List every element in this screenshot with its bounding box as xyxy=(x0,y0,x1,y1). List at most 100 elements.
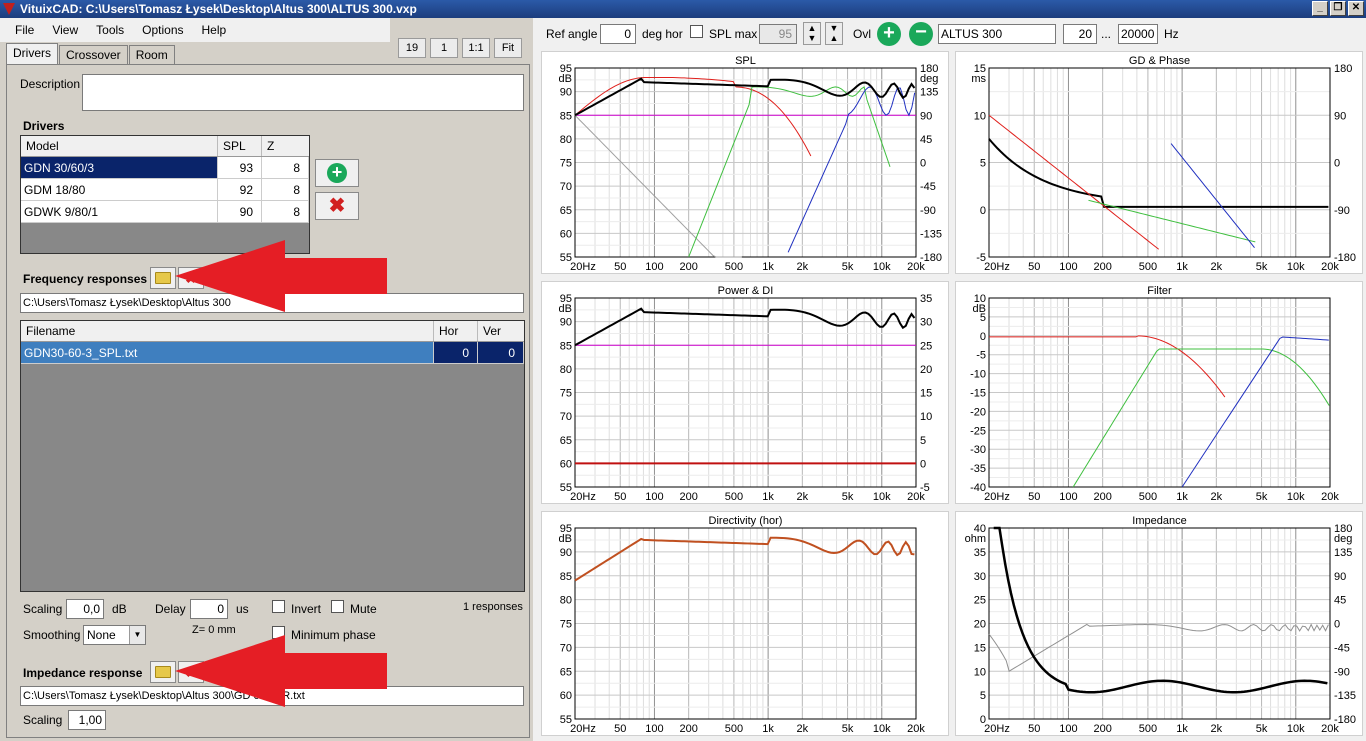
x-tick-label: 500 xyxy=(1139,491,1157,503)
tweeter-curve xyxy=(787,86,916,253)
project-name-input[interactable]: ALTUS 300 xyxy=(938,24,1056,44)
y2-tick-label: -90 xyxy=(920,205,936,217)
menu-help[interactable]: Help xyxy=(193,23,236,37)
zoom-1-1-button[interactable]: 1:1 xyxy=(462,38,490,58)
chart-title: Directivity (hor) xyxy=(709,515,783,527)
smoothing-select[interactable]: None ▼ xyxy=(83,625,146,645)
app-icon xyxy=(3,3,15,15)
directivity-chart[interactable]: Directivity (hor) 95 90 85 80 75 70 65 60 55 dB 20H… xyxy=(541,511,949,736)
y-tick-label: 90 xyxy=(560,547,572,559)
y-tick-label: 0 xyxy=(980,331,986,343)
spl-max-input[interactable]: 95 xyxy=(759,24,797,44)
ref-angle-input[interactable]: 0 xyxy=(600,24,636,44)
open-impedance-button[interactable] xyxy=(150,661,176,683)
y-tick-label: 25 xyxy=(974,595,986,607)
y-tick-label: 85 xyxy=(560,571,572,583)
spl-max-checkbox[interactable] xyxy=(690,25,703,38)
power-di-chart[interactable]: Power & DI 95 90 85 80 75 70 65 60 55 35 30 25 20 15 10… xyxy=(541,281,949,504)
menu-file[interactable]: File xyxy=(6,23,43,37)
y-tick-label: -35 xyxy=(970,463,986,475)
x-tick-label: 200 xyxy=(679,261,697,273)
drivers-table: Model SPL Z GDN 30/60/3 93 8 GDM 18/80 9… xyxy=(20,135,310,254)
x-tick-label: 5k xyxy=(1256,261,1268,273)
y2-tick-label: 135 xyxy=(1334,547,1352,559)
x-tick-label: 20k xyxy=(907,491,925,503)
y2-tick-label: 135 xyxy=(920,87,938,99)
chevron-down-icon: ▼ xyxy=(129,626,145,644)
fit-button[interactable]: Fit xyxy=(494,38,522,58)
woofer-gd-curve xyxy=(988,114,1160,250)
invert-checkbox[interactable] xyxy=(272,600,285,613)
impedance-response-title: Impedance response xyxy=(23,666,143,680)
x-tick-label: 5k xyxy=(842,491,854,503)
delay-input[interactable]: 0 xyxy=(190,599,228,619)
tab-drivers[interactable]: Drivers xyxy=(6,43,58,65)
table-row[interactable]: GDM 18/80 92 8 xyxy=(21,179,309,201)
x-tick-label: 20Hz xyxy=(570,491,596,503)
y2-tick-label: 180 xyxy=(1334,63,1352,75)
add-driver-button[interactable]: + xyxy=(315,159,359,187)
y-tick-label: 35 xyxy=(974,547,986,559)
x-tick-label: 10k xyxy=(873,723,891,735)
y2-tick-label: -135 xyxy=(1334,690,1356,702)
menu-tools[interactable]: Tools xyxy=(87,23,133,37)
y-tick-label: 85 xyxy=(560,110,572,122)
minimize-button[interactable]: _ xyxy=(1312,1,1328,16)
count-button-19[interactable]: 19 xyxy=(398,38,426,58)
smoothing-label: Smoothing xyxy=(23,628,81,642)
fmax-input[interactable]: 20000 xyxy=(1118,24,1158,44)
col-z[interactable]: Z xyxy=(262,136,309,156)
filter-chart[interactable]: Filter 10 5 0 -5 -10 -15 -20 -25 -30 -35 -40 dB 20Hz 5… xyxy=(955,281,1363,504)
remove-driver-button[interactable]: ✖ xyxy=(315,192,359,220)
x-tick-label: 50 xyxy=(1028,723,1040,735)
col-hor[interactable]: Hor xyxy=(434,321,478,341)
x-tick-label: 2k xyxy=(1211,261,1223,273)
count-button-1[interactable]: 1 xyxy=(430,38,458,58)
tab-crossover[interactable]: Crossover xyxy=(59,45,128,65)
y-tick-label: 20 xyxy=(974,619,986,631)
col-filename[interactable]: Filename xyxy=(21,321,434,341)
menu-view[interactable]: View xyxy=(43,23,87,37)
x-tick-label: 2k xyxy=(1211,723,1223,735)
spin-up-down-icon[interactable]: ▲ ▼ xyxy=(803,22,821,45)
col-model[interactable]: Model xyxy=(21,136,218,156)
y2-tick-label: 35 xyxy=(920,293,932,305)
spl-chart[interactable]: SPL 95 90 85 80 75 70 65 60 55 180 135 90 45 0 -45 -90 -1… xyxy=(541,51,949,274)
gd-phase-chart[interactable]: GD & Phase 15 10 5 0 -5 180 90 0 -90 -180 ms 20Hz 50 1… xyxy=(955,51,1363,274)
close-button[interactable]: ✕ xyxy=(1348,1,1364,16)
y-tick-label: -20 xyxy=(970,406,986,418)
col-spl[interactable]: SPL xyxy=(218,136,262,156)
table-row[interactable]: GDWK 9/80/1 90 8 xyxy=(21,201,309,223)
scaling-input[interactable]: 0,0 xyxy=(66,599,104,619)
x-tick-label: 1k xyxy=(1176,261,1188,273)
y-tick-label: 75 xyxy=(560,388,572,400)
table-row[interactable]: GDN 30/60/3 93 8 xyxy=(21,157,309,179)
annotation-arrow-icon xyxy=(175,240,387,312)
description-input[interactable] xyxy=(82,74,524,111)
impedance-chart[interactable]: Impedance 40 35 30 25 20 15 10 5 0 180 135 90 45 0 -45-… xyxy=(955,511,1363,736)
remove-overlay-icon[interactable]: − xyxy=(909,22,933,46)
col-ver[interactable]: Ver xyxy=(478,321,524,341)
open-frequency-button[interactable] xyxy=(150,267,176,289)
table-row[interactable]: GDN30-60-3_SPL.txt 0 0 xyxy=(21,342,524,364)
tweeter-gd-curve xyxy=(1170,143,1255,248)
y-tick-label: 80 xyxy=(560,595,572,607)
y-axis-unit: dB xyxy=(559,303,572,315)
invert-label: Invert xyxy=(291,602,322,616)
add-overlay-icon[interactable]: + xyxy=(877,22,901,46)
menu-options[interactable]: Options xyxy=(133,23,192,37)
fmin-input[interactable]: 20 xyxy=(1063,24,1097,44)
chart-title: Filter xyxy=(1147,285,1172,297)
impedance-scaling-input[interactable]: 1,00 xyxy=(68,710,106,730)
y2-tick-label: 45 xyxy=(1334,595,1346,607)
collapse-icon[interactable]: ▼ ▲ xyxy=(825,22,843,45)
restore-button[interactable]: ❐ xyxy=(1330,1,1346,16)
tab-room[interactable]: Room xyxy=(128,45,175,65)
responses-count: 1 responses xyxy=(463,601,523,613)
mute-checkbox[interactable] xyxy=(331,600,344,613)
x-tick-label: 1k xyxy=(1176,491,1188,503)
mute-label: Mute xyxy=(350,602,377,616)
x-tick-label: 5k xyxy=(1256,491,1268,503)
x-tick-label: 50 xyxy=(1028,491,1040,503)
charts-area: Ref angle 0 deg hor SPL max 95 ▲ ▼ ▼ ▲ Ovl… xyxy=(533,18,1366,741)
